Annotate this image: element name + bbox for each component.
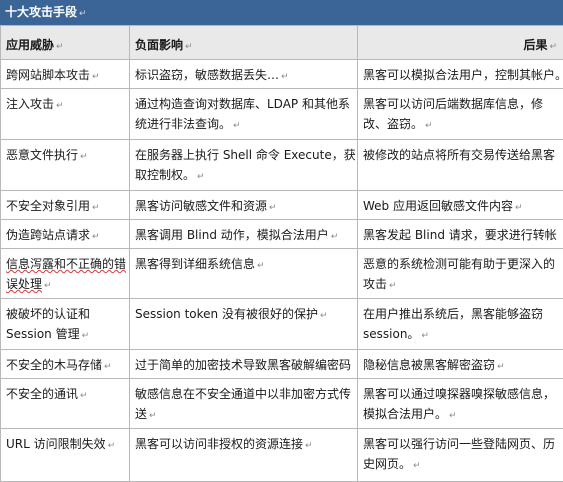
- impact-cell: Session token 没有被很好的保护↵: [130, 299, 358, 350]
- impact-cell: 标识盗窃，敏感数据丢失…↵: [130, 60, 358, 89]
- threat-cell: 被破坏的认证和 Session 管理↵: [1, 299, 130, 350]
- threat-cell: 信息泻露和不正确的错误处理↵: [1, 249, 130, 299]
- table-row: 被破坏的认证和 Session 管理↵ Session token 没有被很好的…: [1, 299, 563, 350]
- consequence-cell: 隐秘信息被黑客解密盗窃↵: [358, 350, 563, 379]
- impact-cell: 通过构造查询对数据库、LDAP 和其他系统进行非法查询。↵: [130, 89, 358, 140]
- consequence-cell: 在用户推出系统后，黑客能够盗窃 session。↵: [358, 299, 563, 350]
- impact-cell: 黑客得到详细系统信息↵: [130, 249, 358, 299]
- attack-table: 应用威胁↵ 负面影响↵ 后果↵ 跨网站脚本攻击↵ 标识盗窃，敏感数据丢失…↵ 黑…: [0, 25, 563, 482]
- paragraph-mark-icon: ↵: [79, 9, 87, 19]
- table-title-bar: 十大攻击手段↵: [0, 0, 563, 25]
- consequence-cell: Web 应用返回敏感文件内容↵: [358, 191, 563, 220]
- consequence-cell: 恶意的系统检测可能有助于更深入的攻击↵: [358, 249, 563, 299]
- header-cell-impact: 负面影响↵: [130, 26, 358, 60]
- header-cell-threat: 应用威胁↵: [1, 26, 130, 60]
- table-row: 注入攻击↵ 通过构造查询对数据库、LDAP 和其他系统进行非法查询。↵ 黑客可以…: [1, 89, 563, 140]
- impact-cell: 黑客访问敏感文件和资源↵: [130, 191, 358, 220]
- impact-cell: 在服务器上执行 Shell 命令 Execute，获取控制权。↵: [130, 140, 358, 191]
- consequence-cell: 黑客可以强行访问一些登陆网页、历史网页。↵: [358, 429, 563, 482]
- consequence-cell: 黑客可以通过嗅探器嗅探敏感信息，模拟合法用户。↵: [358, 379, 563, 429]
- table-row: 不安全对象引用↵ 黑客访问敏感文件和资源↵ Web 应用返回敏感文件内容↵: [1, 191, 563, 220]
- threat-cell: 不安全的通讯↵: [1, 379, 130, 429]
- table-row: 信息泻露和不正确的错误处理↵ 黑客得到详细系统信息↵ 恶意的系统检测可能有助于更…: [1, 249, 563, 299]
- impact-cell: 过于简单的加密技术导致黑客破解编密码: [130, 350, 358, 379]
- header-cell-consequence: 后果↵: [358, 26, 563, 60]
- threat-cell: 跨网站脚本攻击↵: [1, 60, 130, 89]
- table-row: 跨网站脚本攻击↵ 标识盗窃，敏感数据丢失…↵ 黑客可以模拟合法用户，控制其帐户。: [1, 60, 563, 89]
- threat-cell: 不安全的木马存储↵: [1, 350, 130, 379]
- table-row: 不安全的通讯↵ 敏感信息在不安全通道中以非加密方式传送↵ 黑客可以通过嗅探器嗅探…: [1, 379, 563, 429]
- table-title: 十大攻击手段: [5, 5, 77, 19]
- table-row: 不安全的木马存储↵ 过于简单的加密技术导致黑客破解编密码 隐秘信息被黑客解密盗窃…: [1, 350, 563, 379]
- threat-cell: 恶意文件执行↵: [1, 140, 130, 191]
- threat-cell: 注入攻击↵: [1, 89, 130, 140]
- consequence-cell: 黑客发起 Blind 请求，要求进行转帐: [358, 220, 563, 249]
- consequence-cell: 黑客可以访问后端数据库信息，修改、盗窃。↵: [358, 89, 563, 140]
- impact-cell: 黑客可以访问非授权的资源连接↵: [130, 429, 358, 482]
- table-row: URL 访问限制失效↵ 黑客可以访问非授权的资源连接↵ 黑客可以强行访问一些登陆…: [1, 429, 563, 482]
- impact-cell: 敏感信息在不安全通道中以非加密方式传送↵: [130, 379, 358, 429]
- table-row: 伪造跨站点请求↵ 黑客调用 Blind 动作，模拟合法用户↵ 黑客发起 Blin…: [1, 220, 563, 249]
- impact-cell: 黑客调用 Blind 动作，模拟合法用户↵: [130, 220, 358, 249]
- threat-cell: 不安全对象引用↵: [1, 191, 130, 220]
- threat-cell: 伪造跨站点请求↵: [1, 220, 130, 249]
- threat-cell: URL 访问限制失效↵: [1, 429, 130, 482]
- consequence-cell: 黑客可以模拟合法用户，控制其帐户。: [358, 60, 563, 89]
- table-row: 恶意文件执行↵ 在服务器上执行 Shell 命令 Execute，获取控制权。↵…: [1, 140, 563, 191]
- table-header-row: 应用威胁↵ 负面影响↵ 后果↵: [1, 26, 563, 60]
- consequence-cell: 被修改的站点将所有交易传送给黑客: [358, 140, 563, 191]
